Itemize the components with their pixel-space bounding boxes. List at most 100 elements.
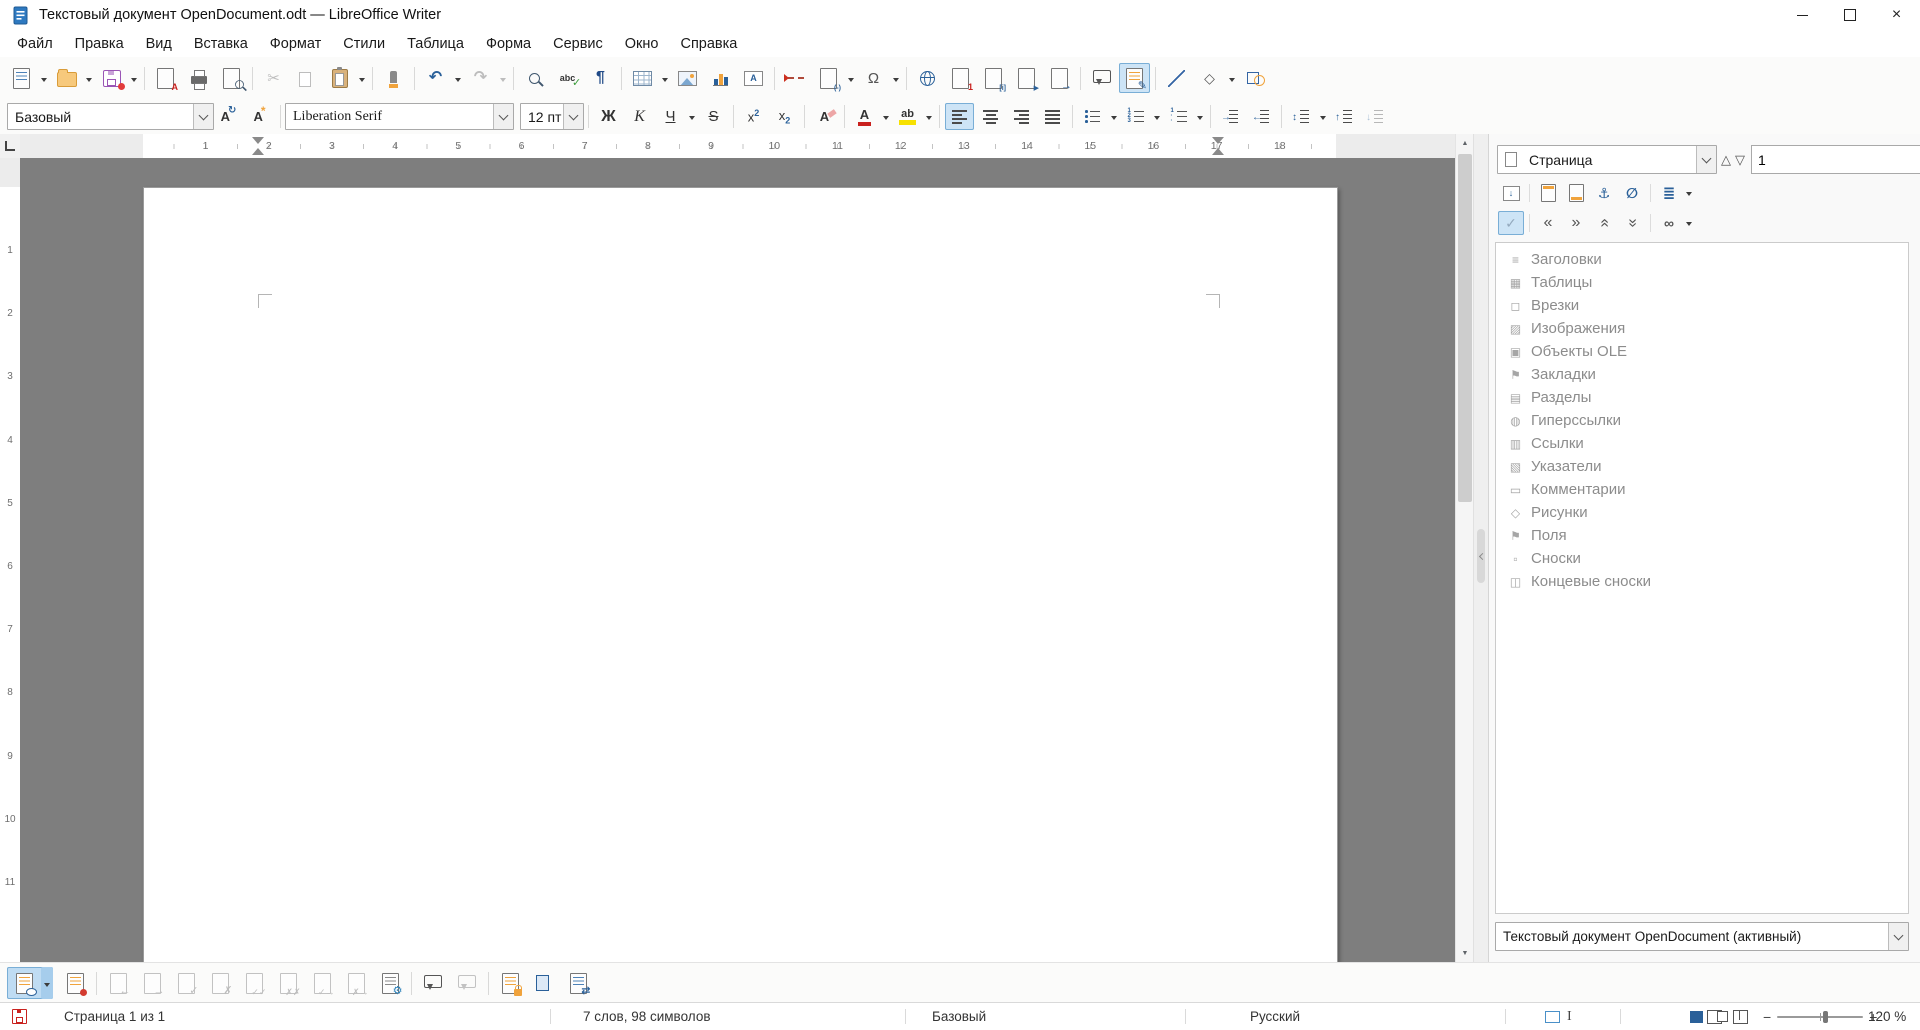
- scrollbar-thumb[interactable]: [1458, 154, 1472, 502]
- align-left-button[interactable]: [945, 103, 974, 130]
- drag-mode-button[interactable]: ≣: [1656, 181, 1682, 205]
- delete-comment-button[interactable]: [451, 967, 483, 999]
- next-page-button[interactable]: ▽: [1735, 146, 1745, 173]
- bullet-list-dropdown[interactable]: [1108, 102, 1120, 132]
- insert-special-character-button[interactable]: Ω: [858, 63, 889, 93]
- insert-line-button[interactable]: [1161, 63, 1192, 93]
- basic-shapes-button[interactable]: ◇: [1194, 63, 1225, 93]
- page-style[interactable]: Базовый: [932, 1003, 986, 1030]
- paragraph-style-dropdown[interactable]: [193, 104, 213, 129]
- highlight-color-dropdown[interactable]: [923, 102, 935, 132]
- tree-item[interactable]: ◍ Гиперссылки: [1496, 409, 1908, 432]
- tab-stop-selector[interactable]: [0, 134, 20, 158]
- font-color-dropdown[interactable]: [880, 102, 892, 132]
- navigate-by-combo[interactable]: Страница: [1497, 145, 1717, 174]
- new-document-button[interactable]: [6, 63, 37, 93]
- tree-item[interactable]: ▥ Ссылки: [1496, 432, 1908, 455]
- decrease-indent-button[interactable]: ←: [1247, 103, 1276, 130]
- underline-button[interactable]: Ч: [656, 103, 685, 130]
- font-name-dropdown[interactable]: [493, 104, 513, 129]
- export-pdf-button[interactable]: A: [150, 63, 181, 93]
- paste-dropdown[interactable]: [356, 63, 368, 93]
- cut-button[interactable]: ✂: [258, 63, 289, 93]
- paste-button[interactable]: [324, 63, 355, 93]
- line-spacing-dropdown[interactable]: [1317, 102, 1329, 132]
- tree-item[interactable]: ▦ Таблицы: [1496, 271, 1908, 294]
- insert-hyperlink-button[interactable]: [912, 63, 943, 93]
- text-language[interactable]: Русский: [1210, 1003, 1340, 1030]
- save-button[interactable]: [96, 63, 127, 93]
- basic-shapes-dropdown[interactable]: [1226, 63, 1238, 93]
- drag-mode-dropdown[interactable]: [1683, 181, 1694, 205]
- vertical-scrollbar[interactable]: ▲ ▼: [1455, 134, 1474, 962]
- justify-button[interactable]: [1038, 103, 1067, 130]
- menu-item[interactable]: Справка: [669, 33, 748, 55]
- numbered-list-button[interactable]: 1 2 3: [1121, 103, 1150, 130]
- header-button[interactable]: [1535, 181, 1561, 205]
- accept-and-next-button[interactable]: ✓→: [306, 967, 338, 999]
- navigator-document-combo[interactable]: Текстовый документ OpenDocument (активны…: [1495, 922, 1909, 951]
- zoom-out-button[interactable]: −: [1763, 1009, 1771, 1025]
- tree-item[interactable]: ▧ Указатели: [1496, 455, 1908, 478]
- minimize-button[interactable]: [1779, 0, 1826, 30]
- page-count[interactable]: Страница 1 из 1: [64, 1003, 165, 1030]
- scroll-up-arrow-icon[interactable]: ▲: [1456, 134, 1474, 152]
- undo-dropdown[interactable]: [452, 63, 464, 93]
- zoom-slider-handle[interactable]: [1823, 1010, 1829, 1023]
- formatting-marks-button[interactable]: ¶: [585, 63, 616, 93]
- vertical-ruler[interactable]: 1 2 3 4 5 6 7 8 9 10 11: [0, 158, 20, 962]
- menu-item[interactable]: Вставка: [183, 33, 259, 55]
- set-reminder-button[interactable]: ∅: [1619, 181, 1645, 205]
- compare-documents-button[interactable]: [528, 967, 560, 999]
- undo-button[interactable]: ↶: [420, 63, 451, 93]
- accept-change-button[interactable]: ✓: [170, 967, 202, 999]
- show-changes-button[interactable]: [8, 967, 40, 999]
- right-indent-marker[interactable]: [1212, 148, 1224, 155]
- font-color-button[interactable]: A: [850, 103, 879, 130]
- document-page[interactable]: [143, 187, 1338, 964]
- update-style-button[interactable]: A ↻: [215, 103, 244, 130]
- tree-item[interactable]: ◫ Концевые сноски: [1496, 570, 1908, 593]
- footer-button[interactable]: [1563, 181, 1589, 205]
- menu-item[interactable]: Вид: [135, 33, 183, 55]
- track-changes-button[interactable]: ✎: [1119, 63, 1150, 93]
- insert-endnote-button[interactable]: [i]: [978, 63, 1009, 93]
- left-indent-marker[interactable]: [252, 148, 264, 155]
- open-button[interactable]: [51, 63, 82, 93]
- align-right-button[interactable]: [1007, 103, 1036, 130]
- menu-item[interactable]: Формат: [259, 33, 333, 55]
- tree-item[interactable]: ▫ Сноски: [1496, 547, 1908, 570]
- bullet-list-button[interactable]: [1078, 103, 1107, 130]
- insert-chart-button[interactable]: [705, 63, 736, 93]
- horizontal-ruler[interactable]: 1 2 3 4 5 6 7 8 9 10 11 12 13 14 15 16 17 18: [20, 134, 1455, 158]
- accept-all-changes-button[interactable]: ✓✓: [238, 967, 270, 999]
- line-spacing-button[interactable]: ↕: [1287, 103, 1316, 130]
- new-document-dropdown[interactable]: [38, 63, 50, 93]
- print-button[interactable]: [183, 63, 214, 93]
- redo-dropdown[interactable]: [497, 63, 509, 93]
- show-draw-functions-button[interactable]: [1239, 63, 1270, 93]
- multi-page-view-button[interactable]: [1707, 1009, 1728, 1024]
- outline-list-button[interactable]: 1 · ·: [1164, 103, 1193, 130]
- tree-item[interactable]: ◇ Рисунки: [1496, 501, 1908, 524]
- move-backward-button[interactable]: «: [1535, 211, 1561, 235]
- tree-item[interactable]: ⚑ Поля: [1496, 524, 1908, 547]
- insert-table-dropdown[interactable]: [659, 63, 671, 93]
- copy-button[interactable]: [291, 63, 322, 93]
- special-character-dropdown[interactable]: [890, 63, 902, 93]
- previous-page-button[interactable]: △: [1721, 146, 1731, 173]
- close-button[interactable]: ×: [1873, 0, 1920, 30]
- single-page-view-button[interactable]: [1690, 1010, 1703, 1023]
- bold-button[interactable]: Ж: [594, 103, 623, 130]
- protect-changes-button[interactable]: [494, 967, 526, 999]
- menu-item[interactable]: Окно: [614, 33, 670, 55]
- maximize-button[interactable]: [1826, 0, 1873, 30]
- demote-level-button[interactable]: »: [1619, 211, 1645, 235]
- spelling-button[interactable]: abc ✓: [552, 63, 583, 93]
- paragraph-style-combo[interactable]: Базовый: [7, 103, 214, 130]
- tree-item[interactable]: ≡ Заголовки: [1496, 248, 1908, 271]
- subscript-button[interactable]: x2: [770, 103, 799, 130]
- increase-paragraph-spacing-button[interactable]: ↑: [1330, 103, 1359, 130]
- open-dropdown[interactable]: [83, 63, 95, 93]
- numbered-list-dropdown[interactable]: [1151, 102, 1163, 132]
